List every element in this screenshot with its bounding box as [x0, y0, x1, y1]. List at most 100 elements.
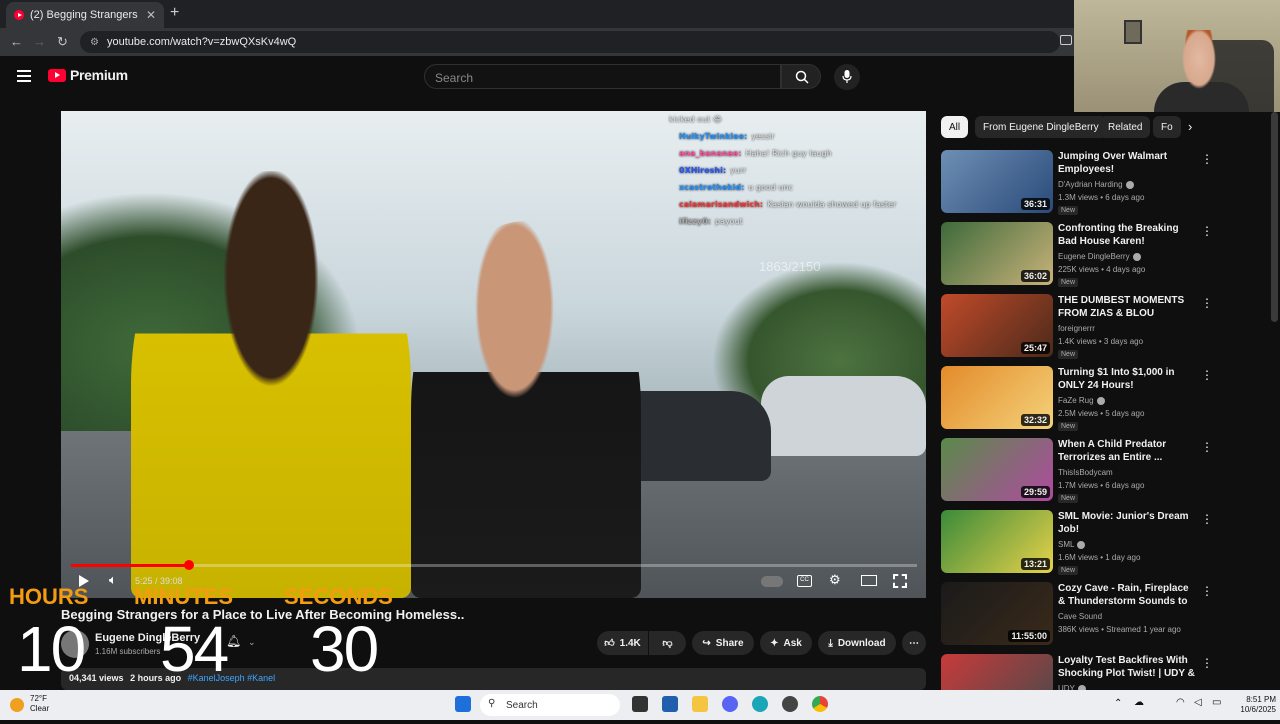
voice-search-button[interactable]	[834, 64, 860, 90]
chat-message: calamarisandwich: Kaslan woulda showed up…	[661, 196, 926, 213]
discord-icon[interactable]	[722, 696, 738, 712]
weather-widget[interactable]: 72°F Clear	[30, 694, 49, 714]
network-icon[interactable]: ☁	[1134, 697, 1144, 708]
search-icon: ⚲	[488, 698, 496, 709]
dislike-button[interactable]: 👎︎	[649, 631, 686, 655]
recommendation-title[interactable]: When A Child Predator Terrorizes an Enti…	[1058, 438, 1198, 464]
fullscreen-icon[interactable]	[893, 574, 907, 588]
recommendation-title[interactable]: Turning $1 Into $1,000 in ONLY 24 Hours!	[1058, 366, 1198, 392]
system-clock[interactable]: 8:51 PM 10/6/2025	[1236, 695, 1276, 715]
browser-tab[interactable]: (2) Begging Strangers for a Pla ✕	[6, 2, 164, 28]
recommendation-channel[interactable]: ThisIsBodycam	[1058, 468, 1113, 477]
chip-all[interactable]: All	[941, 116, 969, 138]
battery-icon[interactable]: ▭	[1212, 697, 1221, 708]
new-badge: New	[1058, 350, 1079, 359]
recommendation-item[interactable]: 11:55:00 Cozy Cave - Rain, Fireplace & Th…	[941, 582, 1271, 652]
chrome-icon[interactable]	[812, 696, 828, 712]
recommendation-item[interactable]: 13:21 SML Movie: Junior's Dream Job! SML 1.…	[941, 510, 1271, 580]
file-explorer-icon[interactable]	[692, 696, 708, 712]
duration-badge: 32:32	[1020, 414, 1050, 426]
more-vertical-icon[interactable]: ⋮	[1201, 368, 1213, 382]
hamburger-menu-icon[interactable]	[17, 70, 31, 82]
captions-icon[interactable]: CC	[797, 575, 812, 587]
more-vertical-icon[interactable]: ⋮	[1201, 440, 1213, 454]
recommendation-channel[interactable]: D'Aydrian Harding	[1058, 180, 1134, 189]
more-vertical-icon[interactable]: ⋮	[1201, 512, 1213, 526]
more-vertical-icon[interactable]: ⋮	[1201, 656, 1213, 670]
progress-scrubber[interactable]	[183, 560, 194, 570]
chip-related[interactable]: Related	[1100, 116, 1151, 138]
video-thumbnail[interactable]: 32:32	[941, 366, 1053, 429]
site-info-icon[interactable]: ⚙	[90, 37, 99, 48]
volume-icon[interactable]: 🔈︎	[109, 572, 117, 588]
task-view-icon[interactable]	[632, 696, 648, 712]
theater-mode-icon[interactable]	[861, 575, 877, 586]
chevron-right-icon[interactable]: ›	[1188, 119, 1192, 134]
wall-picture-frame	[1124, 20, 1142, 44]
like-button[interactable]: 👍︎ 1.4K	[597, 631, 648, 655]
more-vertical-icon[interactable]: ⋮	[1201, 296, 1213, 310]
recommendation-item[interactable]: 32:32 Turning $1 Into $1,000 in ONLY 24 H…	[941, 366, 1271, 436]
recommendation-title[interactable]: SML Movie: Junior's Dream Job!	[1058, 510, 1198, 536]
new-tab-icon[interactable]: +	[170, 4, 179, 22]
youtube-favicon-icon	[14, 10, 24, 20]
recommendation-item[interactable]: 36:02 Confronting the Breaking Bad House …	[941, 222, 1271, 292]
video-thumbnail[interactable]: 25:47	[941, 294, 1053, 357]
cast-icon[interactable]	[1060, 35, 1072, 45]
youtube-premium-logo[interactable]: Premium	[48, 67, 128, 83]
speaker-icon[interactable]: ◁	[1194, 697, 1202, 708]
recommendation-title[interactable]: Confronting the Breaking Bad House Karen…	[1058, 222, 1198, 248]
search-input[interactable]: Search	[424, 64, 781, 89]
settings-gear-icon[interactable]: ⚙	[829, 572, 841, 588]
video-thumbnail[interactable]: 36:31	[941, 150, 1053, 213]
video-thumbnail[interactable]: 11:55:00	[941, 582, 1053, 645]
store-icon[interactable]	[662, 696, 678, 712]
edge-icon[interactable]	[752, 696, 768, 712]
more-actions-button[interactable]: ⋯	[902, 631, 926, 655]
recommendation-title[interactable]: THE DUMBEST MOMENTS FROM ZIAS & BLOU (FU…	[1058, 294, 1198, 320]
recommendation-channel[interactable]: Cave Sound	[1058, 612, 1102, 621]
more-vertical-icon[interactable]: ⋮	[1201, 224, 1213, 238]
scrollbar[interactable]	[1271, 112, 1278, 322]
video-thumbnail[interactable]: 13:21	[941, 510, 1053, 573]
recommendation-channel[interactable]: FaZe Rug	[1058, 396, 1105, 405]
video-progress-bar[interactable]	[71, 560, 917, 570]
recommendation-channel[interactable]: Eugene DingleBerry	[1058, 252, 1141, 261]
windows-start-icon[interactable]	[455, 696, 471, 712]
video-thumbnail[interactable]: 36:02	[941, 222, 1053, 285]
chat-text: kicked out 😂	[669, 115, 723, 124]
back-icon[interactable]: ←	[10, 34, 23, 49]
recommendation-channel[interactable]: SML	[1058, 540, 1086, 549]
clock-time: 8:51 PM	[1246, 695, 1276, 704]
search-button[interactable]	[781, 64, 821, 89]
download-button[interactable]: ⤓ Download	[818, 631, 896, 655]
recommendation-title[interactable]: Jumping Over Walmart Employees!	[1058, 150, 1198, 176]
recommendation-channel[interactable]: foreignerrr	[1058, 324, 1095, 333]
recommendation-item[interactable]: 36:31 Jumping Over Walmart Employees! D'Ay…	[941, 150, 1271, 220]
bell-icon[interactable]: 🔔︎	[226, 634, 241, 648]
reload-icon[interactable]: ↻	[57, 34, 68, 50]
recommendation-title[interactable]: Loyalty Test Backfires With Shocking Plo…	[1058, 654, 1198, 680]
tray-chevron-icon[interactable]: ⌃	[1114, 698, 1122, 709]
video-player[interactable]: kicked out 😂 HulkyTwinklee: yessir ana_bana…	[61, 111, 926, 598]
recommendation-item[interactable]: 25:47 THE DUMBEST MOMENTS FROM ZIAS & BLO…	[941, 294, 1271, 364]
recommendation-item[interactable]: 29:59 When A Child Predator Terrorizes an…	[941, 438, 1271, 508]
taskbar-search[interactable]: ⚲ Search	[480, 694, 620, 716]
video-thumbnail[interactable]: 29:59	[941, 438, 1053, 501]
close-tab-icon[interactable]: ✕	[146, 8, 156, 22]
ask-button[interactable]: ✦ Ask	[760, 631, 812, 655]
share-button[interactable]: ↪ Share	[692, 631, 754, 655]
chevron-down-icon[interactable]: ⌄	[248, 637, 256, 648]
forward-icon[interactable]: →	[33, 34, 46, 49]
chip-from-channel[interactable]: From Eugene DingleBerry	[975, 116, 1107, 138]
more-vertical-icon[interactable]: ⋮	[1201, 152, 1213, 166]
channel-label: foreignerrr	[1058, 324, 1095, 333]
more-vertical-icon[interactable]: ⋮	[1201, 584, 1213, 598]
chip-more[interactable]: Fo	[1153, 116, 1181, 138]
url-field[interactable]: ⚙ youtube.com/watch?v=zbwQXsKv4wQ	[80, 31, 1060, 53]
recommendation-title[interactable]: Cozy Cave - Rain, Fireplace & Thundersto…	[1058, 582, 1198, 608]
wifi-icon[interactable]: ◠	[1176, 697, 1185, 708]
obs-icon[interactable]	[782, 696, 798, 712]
verified-icon	[1096, 396, 1105, 405]
autoplay-toggle[interactable]	[761, 576, 783, 587]
